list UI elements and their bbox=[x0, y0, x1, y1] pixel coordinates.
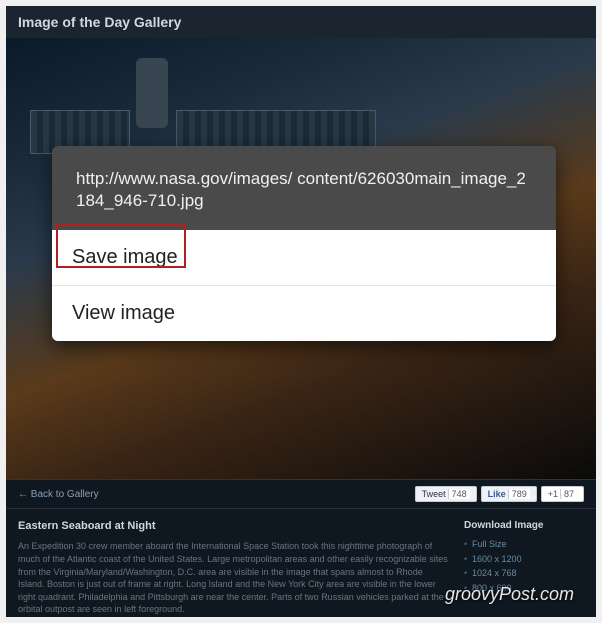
plus-one-label: +1 bbox=[548, 489, 558, 499]
like-button[interactable]: Like 789 bbox=[481, 486, 537, 502]
image-title: Eastern Seaboard at Night bbox=[18, 519, 450, 534]
save-image-option[interactable]: Save image bbox=[52, 230, 556, 286]
plus-one-count: 87 bbox=[560, 489, 577, 499]
download-size-list: Full Size 1600 x 1200 1024 x 768 800 x 6… bbox=[464, 537, 584, 595]
image-context-menu: http://www.nasa.gov/images/ content/6260… bbox=[52, 146, 556, 341]
tweet-button[interactable]: Tweet 748 bbox=[415, 486, 477, 502]
iss-module bbox=[136, 58, 168, 128]
download-size-item[interactable]: Full Size bbox=[464, 537, 584, 552]
social-share-row: Tweet 748 Like 789 +1 87 bbox=[415, 486, 584, 502]
gallery-title: Image of the Day Gallery bbox=[18, 14, 584, 30]
view-image-option[interactable]: View image bbox=[52, 286, 556, 341]
gallery-title-bar: Image of the Day Gallery bbox=[6, 6, 596, 38]
back-to-gallery-link[interactable]: Back to Gallery bbox=[18, 489, 99, 500]
context-menu-url: http://www.nasa.gov/images/ content/6260… bbox=[52, 146, 556, 230]
download-size-item[interactable]: 1600 x 1200 bbox=[464, 552, 584, 567]
image-description: An Expedition 30 crew member aboard the … bbox=[18, 540, 450, 616]
like-count: 789 bbox=[508, 489, 530, 499]
download-heading: Download Image bbox=[464, 519, 584, 533]
page-container: Image of the Day Gallery http://www.nasa… bbox=[6, 6, 596, 617]
download-size-item[interactable]: 1024 x 768 bbox=[464, 566, 584, 581]
description-area: Eastern Seaboard at Night An Expedition … bbox=[6, 509, 596, 617]
tweet-count: 748 bbox=[448, 489, 470, 499]
tweet-label: Tweet bbox=[422, 489, 446, 499]
plus-one-button[interactable]: +1 87 bbox=[541, 486, 584, 502]
download-size-item[interactable]: 800 x 600 bbox=[464, 581, 584, 596]
like-label: Like bbox=[488, 489, 506, 499]
